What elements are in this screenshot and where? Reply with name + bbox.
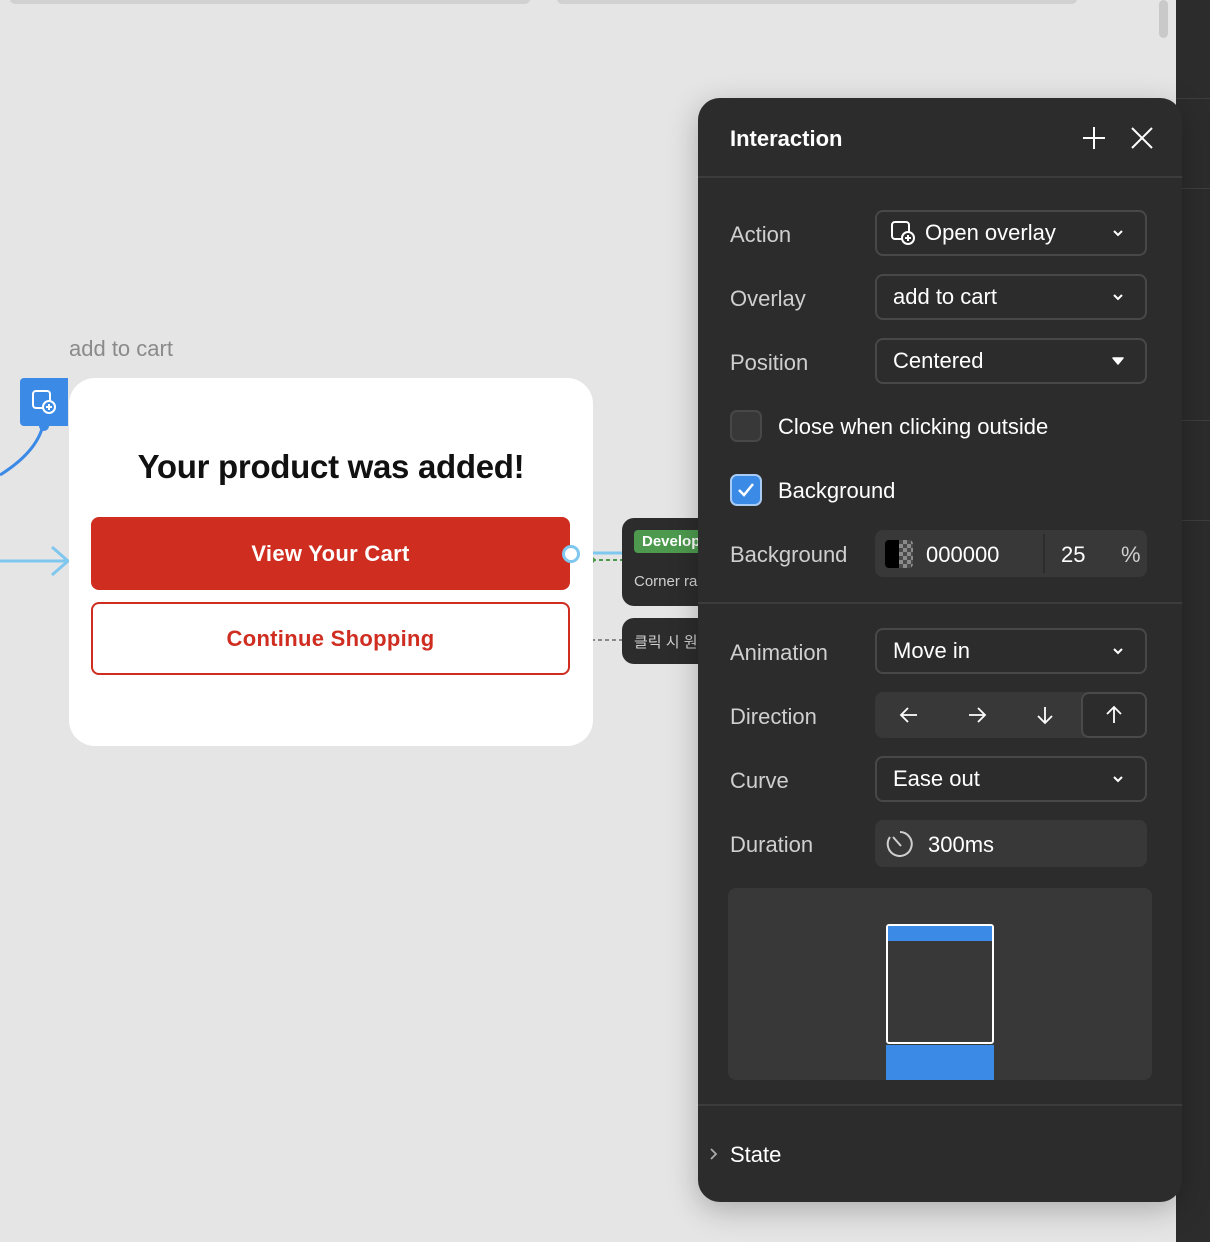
chevron-down-icon [1113,648,1123,655]
duration-field[interactable]: 300ms [875,820,1147,867]
background-color-field[interactable]: 000000 25 % [875,530,1147,577]
background-color-label: Background [730,542,848,567]
open-overlay-icon [891,221,915,245]
background-checkbox[interactable] [730,474,762,506]
direction-up-button[interactable] [1081,692,1147,738]
add-icon[interactable] [1082,126,1106,150]
card-title: Your product was added! [137,448,525,485]
header-divider [698,176,1182,178]
vertical-scrollbar[interactable] [1159,0,1168,38]
arrow-down-icon [1037,707,1053,725]
timer-icon [886,831,913,857]
add-to-cart-overlay-card[interactable]: Your product was added! View Your Cart C… [69,378,593,746]
connection-handle[interactable] [562,545,580,563]
duration-label: Duration [730,832,814,857]
animation-value: Move in [893,638,971,663]
continue-shopping-button[interactable]: Continue Shopping [91,602,570,675]
overlay-icon [32,390,56,414]
preview-device-frame [886,924,994,1044]
color-swatch[interactable] [885,540,913,568]
field-separator [1043,534,1045,573]
panel-title: Interaction [730,126,843,151]
overlay-select[interactable]: add to cart [875,274,1147,320]
arrow-left-icon [899,707,917,723]
curve-label: Curve [730,768,789,793]
direction-label: Direction [730,704,817,729]
direction-left-button[interactable] [875,692,943,738]
chevron-right-icon[interactable] [708,1146,720,1162]
direction-right-button[interactable] [943,692,1011,738]
direction-segmented-control[interactable] [875,692,1147,738]
chevron-down-filled-icon [1112,357,1124,365]
animation-preview [728,888,1152,1080]
curve-select[interactable]: Ease out [875,756,1147,802]
chevron-down-icon [1113,776,1123,783]
chevron-down-icon [1113,294,1123,301]
arrow-up-icon [1106,705,1122,723]
percent-unit: % [1121,542,1141,567]
preview-top-bar [888,926,992,941]
close-outside-checkbox[interactable] [730,410,762,442]
duration-value[interactable]: 300ms [928,832,994,858]
close-icon[interactable] [1130,126,1154,150]
state-section-label[interactable]: State [730,1142,781,1168]
open-overlay-marker-icon[interactable] [20,378,68,426]
chevron-down-icon [1113,230,1123,237]
position-select[interactable]: Centered [875,338,1147,384]
interaction-panel: Interaction Action Open overlay Overlay … [698,98,1182,1202]
position-value: Centered [893,348,984,373]
overlay-label: Overlay [730,286,806,311]
curve-value: Ease out [893,766,980,791]
close-outside-label: Close when clicking outside [778,414,1049,439]
checkmark-icon [738,483,754,497]
connector-curve [0,419,46,477]
section-divider [698,602,1182,604]
view-cart-button[interactable]: View Your Cart [91,517,570,590]
action-value: Open overlay [925,220,1056,245]
dev-note-click-text: 클릭 시 원 [634,634,698,651]
dev-note-text: Corner ra [634,573,698,590]
background-toggle-label: Background [778,478,896,503]
preview-overlay-block [886,1045,994,1080]
hex-input[interactable]: 000000 [926,542,999,568]
direction-down-button[interactable] [1011,692,1079,738]
bottom-divider [698,1104,1182,1106]
opacity-input[interactable]: 25 [1061,542,1085,568]
arrow-right-icon [969,707,987,723]
position-label: Position [730,350,809,375]
animation-select[interactable]: Move in [875,628,1147,674]
action-label: Action [730,222,792,247]
overlay-value: add to cart [893,284,997,309]
action-select[interactable]: Open overlay [875,210,1147,256]
frame-label[interactable]: add to cart [69,336,173,362]
animation-label: Animation [730,640,828,665]
